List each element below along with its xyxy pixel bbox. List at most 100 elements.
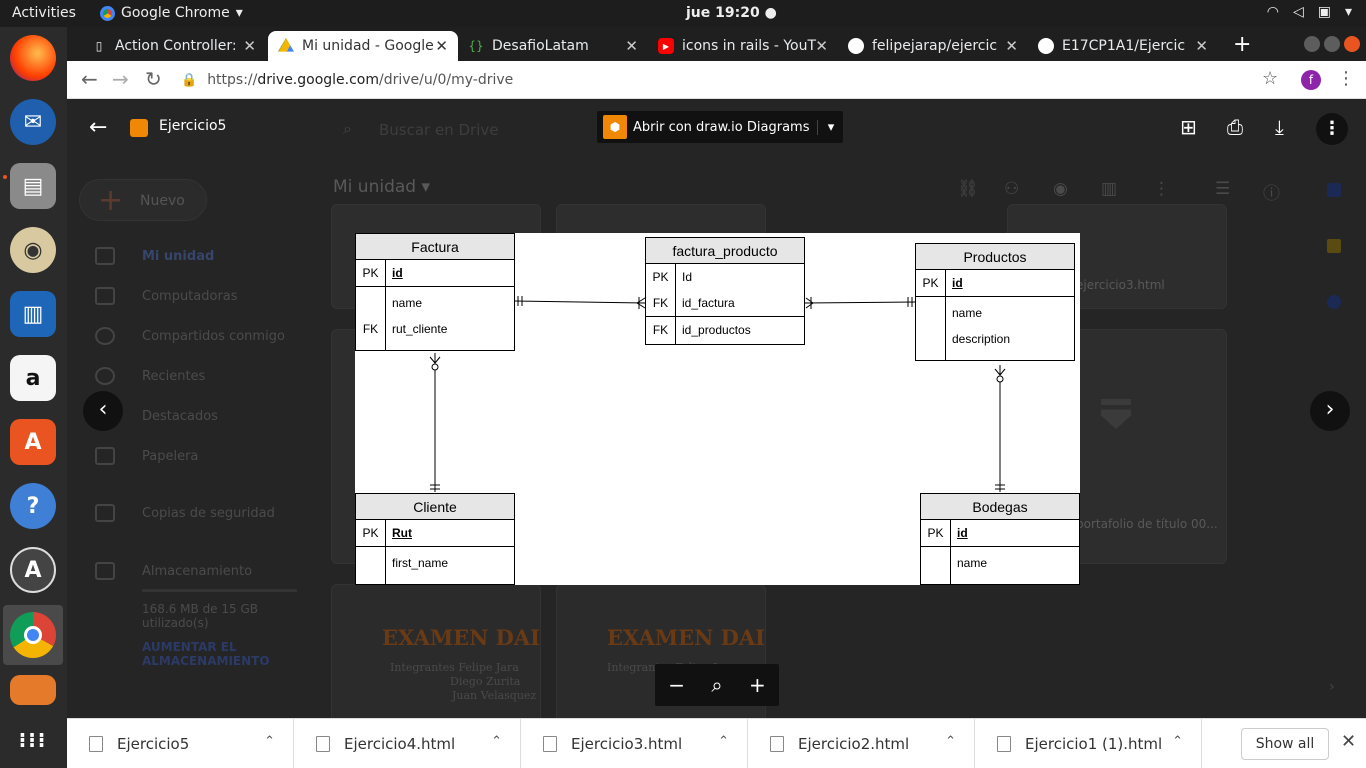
github-icon xyxy=(848,38,864,54)
sidebar-item-destacados[interactable]: Destacados xyxy=(142,409,218,424)
tab-mi-unidad[interactable]: Mi unidad - Google ✕ xyxy=(268,31,458,61)
show-applications-icon[interactable]: ⁝⁝⁝ xyxy=(10,717,56,763)
tasks-icon[interactable] xyxy=(1327,295,1341,309)
software-center-icon[interactable]: A xyxy=(10,419,56,465)
back-icon[interactable]: ← xyxy=(81,67,98,91)
file-card[interactable]: EXAMEN DAI Integrantes Felipe Jara Diego… xyxy=(331,584,541,718)
key-label: FK xyxy=(652,323,669,337)
firefox-icon[interactable] xyxy=(10,35,56,81)
chevron-up-icon[interactable]: ⌃ xyxy=(1172,734,1183,749)
previous-file-button[interactable]: ‹ xyxy=(83,391,123,431)
close-icon[interactable]: ✕ xyxy=(815,37,828,55)
youtube-icon: ▶ xyxy=(658,38,674,54)
minimize-button[interactable] xyxy=(1304,36,1320,52)
trash-icon[interactable]: ▥ xyxy=(1101,179,1117,199)
close-icon[interactable]: ✕ xyxy=(1341,731,1356,752)
download-name: Ejercicio1 (1).html xyxy=(1025,735,1163,753)
activities-button[interactable]: Activities xyxy=(12,5,76,21)
software-updater-icon[interactable]: A xyxy=(10,547,56,593)
volume-icon: ◁ xyxy=(1292,4,1304,20)
system-tray[interactable]: ◠ ◁ ▣ ▾ xyxy=(1267,4,1352,20)
info-icon[interactable]: ⓘ xyxy=(1263,179,1280,204)
bookmark-star-icon[interactable]: ☆ xyxy=(1262,68,1278,89)
more-icon[interactable]: ⋮ xyxy=(1153,179,1170,199)
entity-factura-producto[interactable]: factura_producto PK Id FK id_factura FK id_… xyxy=(645,237,805,345)
zoom-in-icon[interactable]: + xyxy=(749,673,766,697)
rhythmbox-icon[interactable]: ◉ xyxy=(10,227,56,273)
new-button[interactable]: + Nuevo xyxy=(79,179,207,221)
tab-action-controller[interactable]: ▯ Action Controller: ✕ xyxy=(81,31,266,61)
add-person-icon[interactable]: ⚇ xyxy=(1004,179,1019,199)
more-options-icon[interactable]: ⋮ xyxy=(1316,113,1348,145)
show-all-button[interactable]: Show all xyxy=(1241,728,1329,760)
tab-github-felipe[interactable]: felipejarap/ejercic ✕ xyxy=(838,31,1028,61)
close-icon[interactable]: ✕ xyxy=(1195,37,1208,55)
entity-title: Factura xyxy=(356,234,514,260)
sidebar-item-almacenamiento[interactable]: Almacenamiento xyxy=(142,564,252,579)
reload-icon[interactable]: ↻ xyxy=(145,67,162,91)
link-icon[interactable]: ⛓ xyxy=(957,179,979,199)
chrome-icon[interactable] xyxy=(10,612,56,658)
chrome-menu-icon[interactable]: ⋮ xyxy=(1337,68,1355,89)
download-item[interactable]: Ejercicio3.html ⌃ xyxy=(521,719,748,768)
download-item[interactable]: Ejercicio4.html ⌃ xyxy=(294,719,521,768)
viewer-file-name: Ejercicio5 xyxy=(159,118,227,134)
entity-cliente[interactable]: Cliente PK Rut first_name xyxy=(355,493,515,585)
entity-factura[interactable]: Factura PK id name FK rut_cliente xyxy=(355,233,515,351)
sidebar-item-compartidos[interactable]: Compartidos conmigo xyxy=(142,329,285,344)
sidebar-item-computadoras[interactable]: Computadoras xyxy=(142,289,238,304)
entity-productos[interactable]: Productos PK id name description xyxy=(915,243,1075,361)
clock[interactable]: jue 19:20 ● xyxy=(686,5,777,21)
next-file-button[interactable]: › xyxy=(1310,391,1350,431)
libreoffice-writer-icon[interactable]: ▥ xyxy=(10,291,56,337)
add-comment-icon[interactable]: ⊞ xyxy=(1180,115,1197,139)
tab-youtube[interactable]: ▶ icons in rails - YouT ✕ xyxy=(648,31,838,61)
back-arrow-icon[interactable]: ← xyxy=(89,115,107,140)
sidebar-item-copias[interactable]: Copias de seguridad xyxy=(142,506,275,521)
sidebar-item-mi-unidad[interactable]: Mi unidad xyxy=(142,249,214,264)
close-icon[interactable]: ✕ xyxy=(435,37,448,55)
zoom-out-icon[interactable]: − xyxy=(668,673,685,697)
magnifier-icon[interactable]: ⌕ xyxy=(711,673,722,697)
calendar-icon[interactable] xyxy=(1327,183,1341,197)
new-tab-button[interactable]: + xyxy=(1233,32,1251,57)
tab-github-e17[interactable]: E17CP1A1/Ejercic ✕ xyxy=(1028,31,1218,61)
download-icon[interactable]: ⤓ xyxy=(1275,115,1284,139)
caret-down-icon[interactable]: ▾ xyxy=(817,119,843,135)
chevron-up-icon[interactable]: ⌃ xyxy=(264,734,275,749)
forward-icon[interactable]: → xyxy=(112,67,129,91)
chevron-up-icon[interactable]: ⌃ xyxy=(718,734,729,749)
thunderbird-icon[interactable]: ✉ xyxy=(10,99,56,145)
download-item[interactable]: Ejercicio1 (1).html ⌃ xyxy=(975,719,1202,768)
download-name: Ejercicio2.html xyxy=(798,735,910,753)
download-item[interactable]: Ejercicio2.html ⌃ xyxy=(748,719,975,768)
list-view-icon[interactable]: ☰ xyxy=(1215,179,1230,199)
eye-icon[interactable]: ◉ xyxy=(1053,179,1068,199)
close-icon[interactable]: ✕ xyxy=(625,37,638,55)
open-with-button[interactable]: ⬢ Abrir con draw.io Diagrams ▾ xyxy=(597,111,844,143)
download-item[interactable]: Ejercicio5 ⌃ xyxy=(67,719,294,768)
chevron-up-icon[interactable]: ⌃ xyxy=(945,734,956,749)
storage-upgrade-link[interactable]: AUMENTAR EL ALMACENAMIENTO xyxy=(142,640,292,668)
chevron-right-icon[interactable]: › xyxy=(1329,679,1335,695)
files-icon[interactable]: ▤ xyxy=(10,163,56,209)
address-bar[interactable]: 🔒 https://drive.google.com/drive/u/0/my-… xyxy=(181,66,1281,94)
chevron-up-icon[interactable]: ⌃ xyxy=(491,734,502,749)
tab-desafiolatam[interactable]: {} DesafioLatam ✕ xyxy=(458,31,648,61)
close-icon[interactable]: ✕ xyxy=(243,37,256,55)
keep-icon[interactable] xyxy=(1327,239,1341,253)
amazon-icon[interactable]: a xyxy=(10,355,56,401)
braces-icon: {} xyxy=(468,39,484,53)
entity-bodegas[interactable]: Bodegas PK id name xyxy=(920,493,1080,585)
sublime-text-icon[interactable] xyxy=(10,675,56,705)
print-icon[interactable]: ⎙ xyxy=(1227,115,1243,139)
maximize-button[interactable] xyxy=(1324,36,1340,52)
app-menu[interactable]: Google Chrome ▾ xyxy=(100,5,243,21)
drive-section-title[interactable]: Mi unidad ▾ xyxy=(333,177,430,197)
profile-avatar[interactable]: f xyxy=(1301,70,1321,90)
close-icon[interactable]: ✕ xyxy=(1005,37,1018,55)
sidebar-item-papelera[interactable]: Papelera xyxy=(142,449,198,464)
help-icon[interactable]: ? xyxy=(10,483,56,529)
close-window-button[interactable] xyxy=(1344,36,1360,52)
sidebar-item-recientes[interactable]: Recientes xyxy=(142,369,205,384)
